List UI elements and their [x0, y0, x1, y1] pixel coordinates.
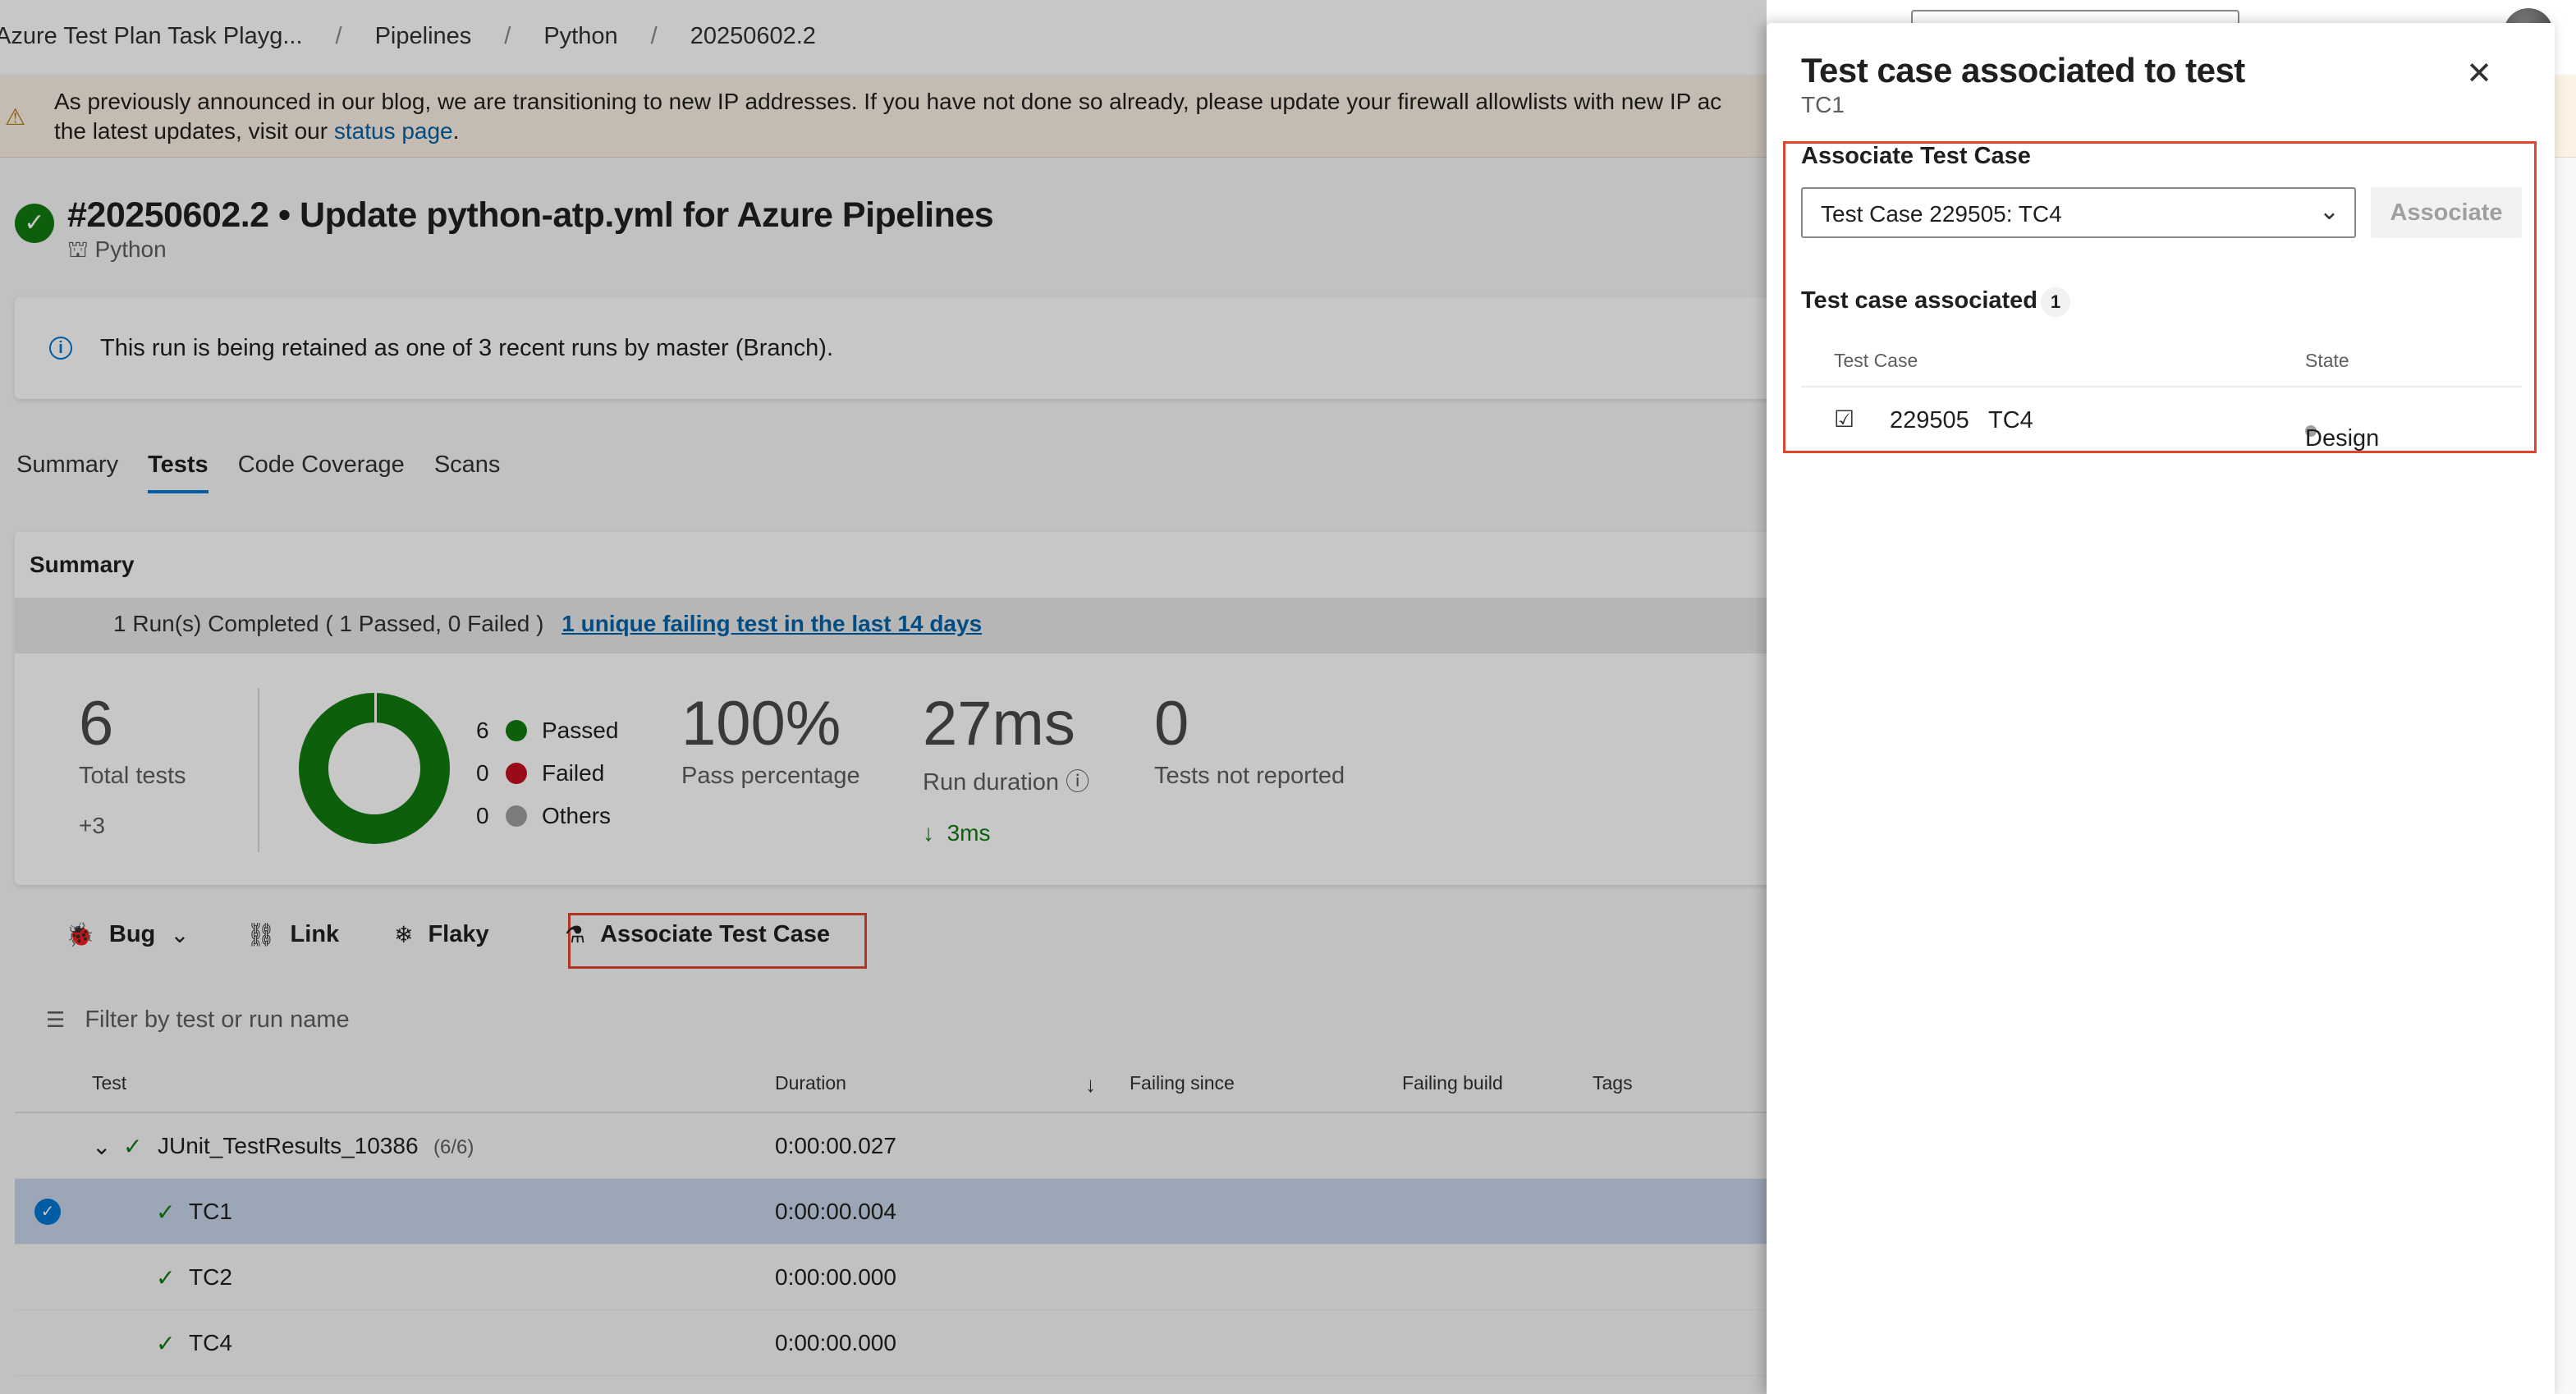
column-header-test-case: Test Case [1834, 350, 1918, 371]
dropdown-value: Test Case 229505: TC4 [1821, 201, 2062, 227]
associated-test-case-panel: Test case associated to test TC1 ✕ Assoc… [1767, 23, 2555, 1394]
chevron-down-icon: ⌄ [2318, 198, 2340, 225]
test-case-id[interactable]: 229505 [1890, 407, 1969, 434]
associated-section-label: Test case associated [1801, 287, 2038, 314]
column-header-state: State [2305, 350, 2349, 371]
test-case-icon: ☑ [1834, 406, 1855, 432]
state-label: Design [2305, 425, 2380, 452]
associated-test-case-row[interactable]: ☑ 229505 TC4 Design [1801, 389, 2522, 452]
associated-table-header: Test Case State [1801, 340, 2522, 387]
associate-button[interactable]: Associate [2371, 187, 2522, 238]
test-case-name: TC4 [1988, 407, 2033, 433]
test-case-dropdown[interactable]: Test Case 229505: TC4 ⌄ [1801, 187, 2356, 238]
panel-title: Test case associated to test [1801, 51, 2245, 89]
associate-section-label: Associate Test Case [1801, 143, 2031, 169]
close-icon[interactable]: ✕ [2461, 56, 2497, 92]
associated-count-badge: 1 [2041, 287, 2070, 317]
panel-subtitle: TC1 [1801, 92, 1845, 117]
modal-overlay[interactable] [0, 0, 1767, 1394]
